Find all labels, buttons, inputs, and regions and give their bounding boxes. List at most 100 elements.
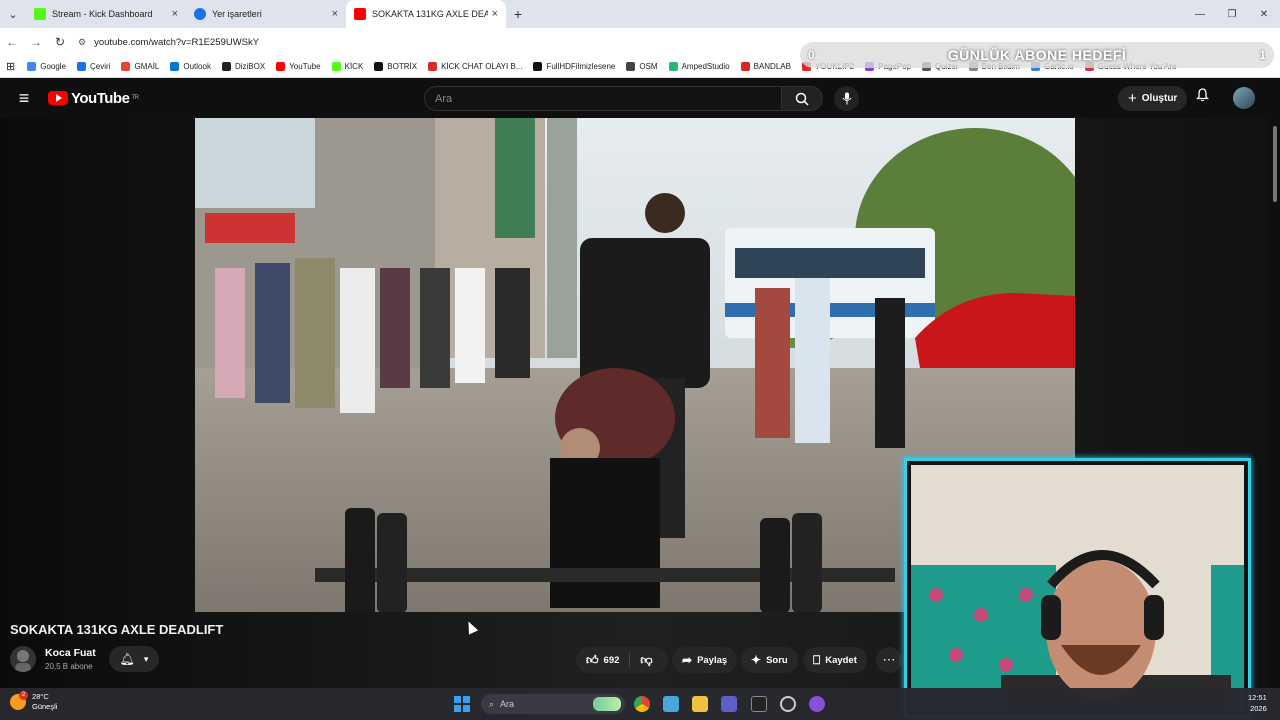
menu-icon[interactable]: ≡ [0, 88, 48, 109]
back-icon[interactable]: ← [0, 35, 24, 49]
bookmark-label: AmpedStudio [681, 62, 730, 71]
close-window-icon[interactable]: ✕ [1248, 0, 1280, 28]
bookmark-favicon-icon [170, 62, 180, 71]
logo-text: YouTube [71, 89, 130, 107]
chrome-icon[interactable] [634, 696, 650, 712]
obs-icon[interactable] [780, 696, 796, 712]
file-explorer-icon[interactable] [692, 696, 708, 712]
system-clock[interactable]: 12:51 2026 [1248, 692, 1267, 714]
close-tab-icon[interactable]: × [332, 8, 338, 20]
user-avatar[interactable] [1233, 87, 1255, 109]
like-dislike-group: 👍︎ 692 👎︎ [576, 647, 668, 673]
sun-icon: 2 [10, 691, 28, 710]
taskbar-search-placeholder: Ara [500, 699, 515, 709]
weather-condition: Güneşli [32, 702, 58, 711]
bookmark-item[interactable]: BANDLAB [740, 62, 791, 71]
dislike-icon[interactable]: 👎︎ [630, 653, 662, 668]
goal-current: 0 [808, 48, 815, 62]
bookmark-item[interactable]: Çeviri [77, 62, 110, 71]
scrollbar-thumb[interactable] [1273, 126, 1277, 202]
weather-badge: 2 [19, 691, 28, 700]
bookmark-favicon-icon [121, 62, 131, 71]
bookmark-item[interactable]: FullHDFilmizlesene [533, 62, 615, 71]
taskbar-search-input[interactable]: ⌕ Ara [481, 694, 625, 714]
more-actions-icon[interactable]: ⋯ [876, 647, 902, 673]
reload-icon[interactable]: ↻ [48, 35, 72, 49]
close-tab-icon[interactable]: × [172, 8, 178, 20]
like-button[interactable]: 👍︎ 692 [576, 652, 631, 668]
youtube-header: ≡ YouTube TR Ara + Oluştur [0, 78, 1280, 118]
windows-start-icon[interactable] [454, 696, 470, 712]
ask-button[interactable]: ✦ Soru [741, 647, 798, 673]
bookmark-label: BOTRİX [387, 62, 418, 71]
region-code: TR [131, 95, 139, 101]
star-favicon-icon [194, 8, 206, 20]
kick-favicon-icon [34, 8, 46, 20]
subscription-bell-button[interactable]: 🔔︎ ▾ [109, 646, 159, 672]
save-button[interactable]: ⎕ Kaydet [803, 647, 867, 673]
microphone-icon[interactable] [834, 86, 859, 111]
close-tab-icon[interactable]: × [492, 8, 498, 20]
share-button[interactable]: ➦ Paylaş [672, 647, 738, 673]
bookmark-item[interactable]: YouTube [276, 62, 321, 71]
restore-icon[interactable]: ❐ [1216, 0, 1248, 28]
messenger-icon[interactable] [809, 696, 825, 712]
channel-avatar[interactable] [10, 646, 36, 672]
bookmark-label: KİCK [344, 62, 364, 71]
bookmark-item[interactable]: KİCK CHAT OLAYI B... [428, 62, 522, 71]
channel-name[interactable]: Koca Fuat [45, 647, 96, 659]
notifications-bell-icon[interactable] [1195, 88, 1210, 105]
bookmark-favicon-icon [331, 62, 341, 71]
bookmark-item[interactable]: OSM [626, 62, 658, 71]
weather-widget[interactable]: 2 28°C Güneşli [10, 691, 58, 712]
apps-grid-icon[interactable]: ⊞ [6, 60, 15, 73]
clock-time: 12:51 [1248, 693, 1267, 702]
bookmark-item[interactable]: KİCK [331, 62, 364, 71]
url-field[interactable]: youtube.com/watch?v=R1E259UWSkY [94, 37, 259, 48]
bookmark-item[interactable]: Google [27, 62, 66, 71]
search-icon: ⌕ [489, 698, 495, 709]
like-count: 692 [603, 654, 620, 666]
webcam-image [911, 465, 1244, 711]
create-button[interactable]: + Oluştur [1118, 86, 1188, 111]
bookmark-item[interactable]: AmpedStudio [668, 62, 730, 71]
site-info-icon[interactable]: ⚙ [78, 37, 86, 48]
search-icon[interactable] [781, 86, 823, 111]
forward-icon[interactable]: → [24, 35, 48, 49]
thumbs-up-icon: 👍︎ [586, 652, 599, 667]
bookmark-favicon-icon [27, 62, 37, 71]
search-highlight-icon [593, 697, 621, 711]
youtube-play-icon [48, 91, 68, 105]
bookmark-item[interactable]: DiziBOX [221, 62, 265, 71]
bookmark-item[interactable]: BOTRİX [374, 62, 417, 71]
bookmark-label: Outlook [183, 62, 211, 71]
bookmark-label: BANDLAB [753, 62, 791, 71]
bookmark-label: OSM [639, 62, 658, 71]
youtube-logo[interactable]: YouTube TR [48, 89, 139, 107]
tab-youtube-video[interactable]: SOKAKTA 131KG AXLE DEADLIFT × [346, 0, 506, 28]
tab-search-icon[interactable]: ⌄ [0, 0, 26, 28]
new-tab-button[interactable]: + [506, 6, 530, 22]
webcam-feed [911, 465, 1244, 711]
save-label: Kaydet [825, 654, 857, 666]
webcam-overlay [904, 458, 1251, 718]
window-controls: — ❐ ✕ [1184, 0, 1280, 28]
tab-bookmarks[interactable]: Yer işaretleri × [186, 0, 346, 28]
bookmark-favicon-icon [276, 62, 286, 71]
tab-title: Yer işaretleri [212, 9, 262, 19]
tab-kick-dashboard[interactable]: Stream - Kick Dashboard × [26, 0, 186, 28]
page-scrollbar[interactable] [1270, 118, 1280, 693]
bookmark-item[interactable]: Outlook [170, 62, 211, 71]
bookmark-label: KİCK CHAT OLAYI B... [441, 62, 523, 71]
tab-title: SOKAKTA 131KG AXLE DEADLIFT [372, 9, 488, 19]
photos-app-icon[interactable] [663, 696, 679, 712]
search-input[interactable]: Ara [424, 86, 782, 111]
windows-taskbar: 2 28°C Güneşli ⌕ Ara 12:51 2026 [0, 688, 1280, 720]
bookmark-icon: ⎕ [813, 652, 821, 667]
epic-games-icon[interactable] [751, 696, 767, 712]
plus-icon: + [1128, 90, 1137, 107]
bookmark-item[interactable]: GMAİL [121, 62, 159, 71]
teams-icon[interactable] [721, 696, 737, 712]
clock-date: 2026 [1250, 704, 1267, 713]
minimize-icon[interactable]: — [1184, 0, 1216, 28]
